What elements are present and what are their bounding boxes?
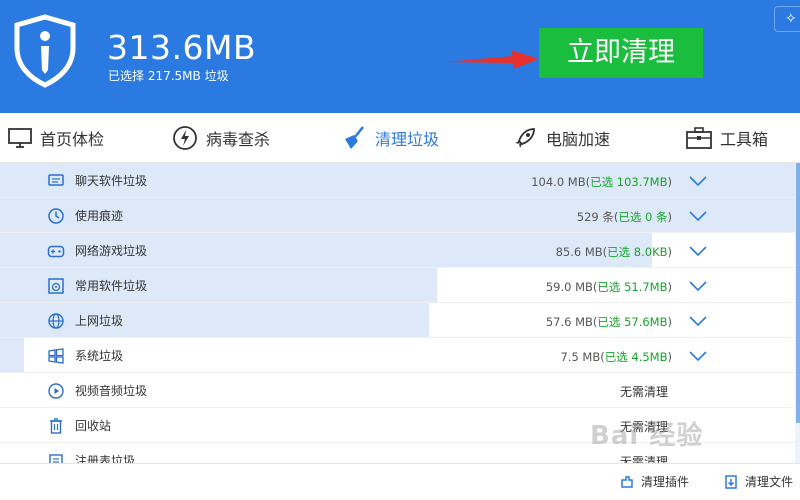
item-size-selected: 已选 103.7MB bbox=[590, 175, 668, 189]
puzzle-icon bbox=[621, 475, 633, 488]
footer-bar: 清理插件 清理文件 bbox=[0, 463, 800, 500]
tab-label: 病毒查杀 bbox=[206, 130, 271, 149]
clock-icon bbox=[48, 208, 64, 224]
scrollbar-thumb[interactable] bbox=[796, 163, 800, 423]
item-size-close: ) bbox=[667, 175, 673, 189]
registry-icon bbox=[49, 454, 63, 463]
item-size-close: ) bbox=[667, 280, 673, 294]
item-name: 系统垃圾 bbox=[75, 349, 124, 363]
shield-logo-icon bbox=[14, 14, 76, 88]
item-name: 回收站 bbox=[75, 419, 112, 433]
clean-now-button[interactable]: 立即清理 bbox=[539, 28, 703, 78]
tab-label: 电脑加速 bbox=[546, 130, 611, 149]
globe-icon bbox=[48, 313, 64, 329]
main-tabs: 首页体检 病毒查杀 清理垃圾 电脑加速 工具箱 bbox=[0, 113, 800, 163]
item-size: 57.6 MB(已选 57.6MB) bbox=[546, 314, 672, 330]
progress-fill bbox=[0, 338, 24, 372]
item-size-total: 59.0 MB( bbox=[545, 280, 598, 294]
item-size-close: ) bbox=[667, 210, 673, 224]
tab-label: 工具箱 bbox=[720, 130, 769, 149]
clean-plugins-link[interactable]: 清理插件 bbox=[619, 473, 689, 490]
chat-icon bbox=[48, 174, 64, 186]
item-size: 104.0 MB(已选 103.7MB) bbox=[531, 174, 672, 190]
item-size-selected: 已选 57.6MB bbox=[597, 315, 668, 329]
trash-icon bbox=[50, 418, 62, 434]
selected-summary: 已选择 217.5MB 垃圾 bbox=[108, 69, 229, 83]
tab-label: 清理垃圾 bbox=[375, 130, 440, 149]
list-item[interactable]: 网络游戏垃圾 85.6 MB(已选 8.0KB) bbox=[0, 233, 795, 268]
tab-speed-up[interactable]: 电脑加速 bbox=[512, 113, 610, 163]
chevron-down-icon[interactable] bbox=[689, 175, 707, 187]
gamepad-icon bbox=[47, 245, 65, 258]
item-size-selected: 已选 4.5MB bbox=[604, 350, 668, 364]
chevron-down-icon[interactable] bbox=[689, 315, 707, 327]
item-name: 常用软件垃圾 bbox=[75, 279, 148, 293]
disc-box-icon bbox=[48, 278, 64, 294]
item-size-total: 57.6 MB( bbox=[545, 315, 598, 329]
broom-icon bbox=[345, 126, 364, 149]
toolbox-icon bbox=[686, 127, 712, 149]
list-item[interactable]: 聊天软件垃圾 104.0 MB(已选 103.7MB) bbox=[0, 163, 795, 198]
item-name: 上网垃圾 bbox=[75, 314, 124, 328]
item-size: 85.6 MB(已选 8.0KB) bbox=[556, 244, 672, 260]
item-size-close: ) bbox=[667, 350, 673, 364]
tab-toolbox[interactable]: 工具箱 bbox=[686, 113, 768, 163]
list-item[interactable]: 视频音频垃圾 无需清理 bbox=[0, 373, 795, 408]
tab-label: 首页体检 bbox=[40, 130, 105, 149]
watermark: Bai 经验 bbox=[590, 421, 704, 451]
total-size: 313.6MB bbox=[107, 28, 257, 67]
item-size-total: 7.5 MB( bbox=[560, 350, 605, 364]
list-item[interactable]: 上网垃圾 57.6 MB(已选 57.6MB) bbox=[0, 303, 795, 338]
item-size-selected: 已选 0 条 bbox=[618, 210, 668, 224]
list-item[interactable]: 常用软件垃圾 59.0 MB(已选 51.7MB) bbox=[0, 268, 795, 303]
item-size: 59.0 MB(已选 51.7MB) bbox=[546, 279, 672, 295]
item-size-total: 85.6 MB( bbox=[555, 245, 608, 259]
item-size-close: ) bbox=[667, 245, 673, 259]
progress-fill bbox=[0, 268, 438, 302]
clean-files-label: 清理文件 bbox=[745, 475, 794, 489]
tab-clean-junk[interactable]: 清理垃圾 bbox=[341, 113, 439, 163]
clean-plugins-label: 清理插件 bbox=[641, 475, 690, 489]
shield-bolt-icon bbox=[173, 126, 197, 150]
clean-files-link[interactable]: 清理文件 bbox=[723, 473, 793, 490]
header-bar: 313.6MB 已选择 217.5MB 垃圾 立即清理 ✧ bbox=[0, 0, 800, 113]
list-item[interactable]: 使用痕迹 529 条(已选 0 条) bbox=[0, 198, 795, 233]
pointer-arrow-icon bbox=[445, 50, 539, 69]
file-download-icon bbox=[725, 474, 737, 489]
chevron-down-icon[interactable] bbox=[689, 245, 707, 257]
chevron-down-icon[interactable] bbox=[689, 350, 707, 362]
chevron-down-icon[interactable] bbox=[689, 280, 707, 292]
item-name: 使用痕迹 bbox=[75, 209, 124, 223]
item-status: 无需清理 bbox=[620, 455, 669, 463]
item-size-selected: 已选 8.0KB bbox=[607, 245, 668, 259]
rocket-icon bbox=[515, 128, 535, 148]
play-icon bbox=[48, 383, 64, 399]
windows-icon bbox=[48, 348, 64, 364]
item-size-close: ) bbox=[667, 315, 673, 329]
item-size: 529 条(已选 0 条) bbox=[577, 209, 672, 225]
sparkle-icon[interactable]: ✧ bbox=[774, 6, 800, 32]
item-size-total: 104.0 MB( bbox=[531, 175, 591, 189]
item-name: 注册表垃圾 bbox=[75, 454, 136, 463]
list-item[interactable]: 系统垃圾 7.5 MB(已选 4.5MB) bbox=[0, 338, 795, 373]
item-size-total: 529 条( bbox=[576, 210, 619, 224]
item-name: 聊天软件垃圾 bbox=[75, 174, 148, 188]
item-name: 网络游戏垃圾 bbox=[75, 244, 148, 258]
monitor-icon bbox=[8, 128, 32, 148]
item-name: 视频音频垃圾 bbox=[75, 384, 148, 398]
item-size-selected: 已选 51.7MB bbox=[597, 280, 668, 294]
chevron-down-icon[interactable] bbox=[689, 210, 707, 222]
item-size: 7.5 MB(已选 4.5MB) bbox=[560, 349, 672, 365]
tab-virus-scan[interactable]: 病毒查杀 bbox=[172, 113, 270, 163]
item-status: 无需清理 bbox=[620, 385, 669, 399]
tab-home-check[interactable]: 首页体检 bbox=[8, 113, 104, 163]
